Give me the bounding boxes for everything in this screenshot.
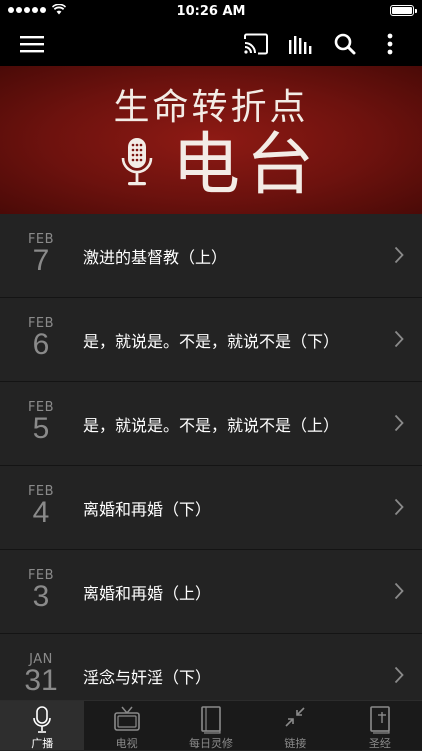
status-time: 10:26 AM <box>176 4 246 19</box>
tab-5[interactable]: 圣经 <box>338 701 422 750</box>
microphone-icon <box>121 138 153 186</box>
menu-icon <box>20 36 44 53</box>
chevron-right-icon <box>394 330 404 348</box>
bible-icon <box>369 706 391 738</box>
episode-title: 是，就说是。不是，就说不是（下） <box>83 332 340 351</box>
episode-day: 6 <box>32 328 50 361</box>
book-icon <box>200 706 222 738</box>
tab-label: 链接 <box>284 737 307 750</box>
episode-title: 淫念与奸淫（下） <box>83 668 212 687</box>
episode-list: FEB 7 激进的基督教（上） FEB 6 是，就说是。不是，就说不是（下） F… <box>0 214 422 700</box>
episode-row[interactable]: FEB 7 激进的基督教（上） <box>0 214 422 298</box>
chevron-right-icon <box>394 498 404 516</box>
chevron-right-icon <box>394 246 404 264</box>
tab-bar: 广播 电视 每日灵修 链接 圣经 <box>0 700 422 750</box>
tab-label: 每日灵修 <box>189 737 234 750</box>
episode-row[interactable]: FEB 5 是，就说是。不是，就说不是（上） <box>0 382 422 466</box>
episode-title: 离婚和再婚（下） <box>83 500 212 519</box>
episode-row[interactable]: FEB 3 离婚和再婚（上） <box>0 550 422 634</box>
episode-day: 31 <box>24 664 58 697</box>
more-button[interactable] <box>376 30 404 58</box>
cast-button[interactable] <box>242 30 270 58</box>
radio-banner: 生命转折点 电台 <box>0 66 422 214</box>
tab-label: 广播 <box>31 737 54 750</box>
microphone-icon <box>33 706 52 738</box>
chevron-right-icon <box>394 666 404 684</box>
nav-bar <box>0 22 422 66</box>
episode-day: 5 <box>32 412 50 445</box>
battery-fill <box>392 7 412 14</box>
battery-icon <box>390 5 417 16</box>
episode-row[interactable]: FEB 4 离婚和再婚（下） <box>0 466 422 550</box>
chevron-right-icon <box>394 582 404 600</box>
episode-day: 7 <box>32 244 50 277</box>
search-button[interactable] <box>331 30 359 58</box>
tab-label: 电视 <box>115 737 138 750</box>
episode-row[interactable]: JAN 31 淫念与奸淫（下） <box>0 634 422 700</box>
chevron-right-icon <box>394 414 404 432</box>
tab-4[interactable]: 链接 <box>253 701 337 750</box>
episode-title: 离婚和再婚（上） <box>83 584 212 603</box>
episode-day: 3 <box>32 580 50 613</box>
equalizer-icon <box>289 36 312 54</box>
tv-icon <box>113 706 140 736</box>
cast-icon <box>244 33 268 55</box>
status-bar: 10:26 AM <box>0 0 422 22</box>
more-vertical-icon <box>387 33 393 55</box>
tab-label: 圣经 <box>368 737 391 750</box>
tab-1[interactable]: 广播 <box>0 701 85 750</box>
episode-title: 激进的基督教（上） <box>83 248 228 267</box>
episode-title: 是，就说是。不是，就说不是（上） <box>83 416 340 435</box>
equalizer-button[interactable] <box>286 30 314 58</box>
search-icon <box>334 33 356 55</box>
tab-3[interactable]: 每日灵修 <box>169 701 253 750</box>
banner-subtitle: 电台 <box>172 126 321 205</box>
collapse-arrows-icon <box>284 706 306 732</box>
tab-2[interactable]: 电视 <box>84 701 168 750</box>
banner-title: 生命转折点 <box>113 87 309 128</box>
episode-row[interactable]: FEB 6 是，就说是。不是，就说不是（下） <box>0 298 422 382</box>
episode-day: 4 <box>32 496 50 529</box>
menu-button[interactable] <box>18 30 46 58</box>
